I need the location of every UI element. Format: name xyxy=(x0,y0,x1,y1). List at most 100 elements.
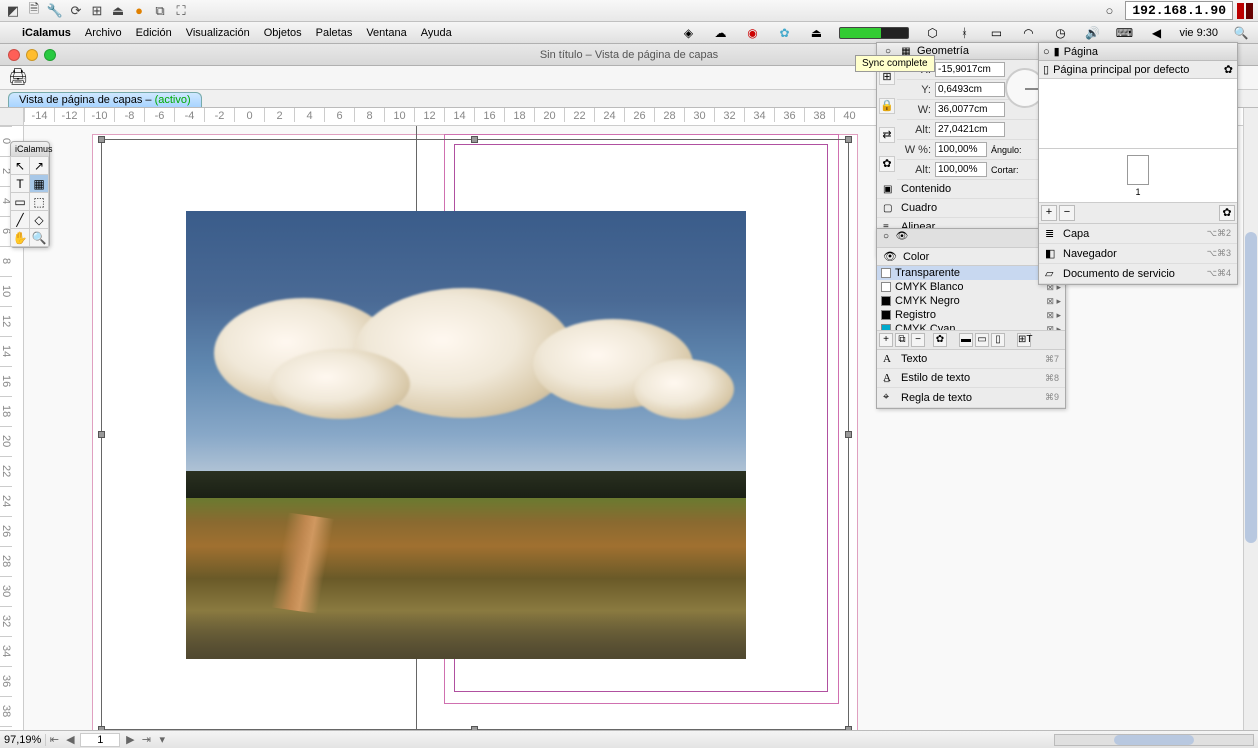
direct-select-tool[interactable]: ↗ xyxy=(29,156,49,175)
zoom-tool[interactable]: 🔍 xyxy=(29,228,49,247)
tool-palette[interactable]: iCalamus ↖↗ T▦ ▭⬚ ╱◇ ✋🔍 xyxy=(10,141,50,248)
print-button[interactable]: 🖨 xyxy=(8,67,30,89)
pagina-row[interactable]: ≣Capa⌥⌘2 xyxy=(1039,224,1237,244)
menu-visualizacion[interactable]: Visualización xyxy=(186,27,250,39)
zoom-field[interactable]: 97,19% xyxy=(0,734,46,746)
add-page-button[interactable]: + xyxy=(1041,205,1057,221)
zoom-button[interactable] xyxy=(44,49,56,61)
pagina-panel[interactable]: ○▮Página ▯Página principal por defecto✿ … xyxy=(1038,42,1238,285)
color-row[interactable]: CMYK Cyan⊠ ▸ xyxy=(877,322,1065,330)
color-row[interactable]: CMYK Negro⊠ ▸ xyxy=(877,294,1065,308)
minimize-icon[interactable]: ○ xyxy=(1100,2,1118,20)
disk-icon[interactable]: ⏏ xyxy=(109,2,127,20)
handle-top-left[interactable] xyxy=(98,136,105,143)
shield-icon[interactable]: ◈ xyxy=(679,26,697,40)
minimize-button[interactable] xyxy=(26,49,38,61)
lock-icon[interactable]: 🔒 xyxy=(879,98,895,114)
page-thumb[interactable] xyxy=(1127,155,1149,185)
clock[interactable]: vie 9:30 xyxy=(1179,27,1218,39)
pagina-row[interactable]: ◧Navegador⌥⌘3 xyxy=(1039,244,1237,264)
text-row[interactable]: A̲Estilo de texto⌘8 xyxy=(877,369,1065,388)
refresh-icon[interactable]: ⟳ xyxy=(67,2,85,20)
alert-icon[interactable]: ● xyxy=(130,2,148,20)
hand-tool[interactable]: ✋ xyxy=(10,228,30,247)
color-row[interactable]: CMYK Blanco⊠ ▸ xyxy=(877,280,1065,294)
horizontal-scrollbar[interactable] xyxy=(1054,734,1254,746)
wrench-icon[interactable]: 🔧 xyxy=(46,2,64,20)
battery-icon[interactable] xyxy=(839,27,909,39)
handle-top-right[interactable] xyxy=(845,136,852,143)
close-button[interactable] xyxy=(8,49,20,61)
pagina-row[interactable]: ▱Documento de servicio⌥⌘4 xyxy=(1039,264,1237,284)
color-row[interactable]: Registro⊠ ▸ xyxy=(877,308,1065,322)
play-icon[interactable]: ◀ xyxy=(1147,26,1165,40)
scroll-thumb[interactable] xyxy=(1245,232,1257,543)
first-page-button[interactable]: ⇤ xyxy=(46,733,62,746)
menu-ayuda[interactable]: Ayuda xyxy=(421,27,452,39)
ruler-origin[interactable] xyxy=(0,108,24,126)
menu-objetos[interactable]: Objetos xyxy=(264,27,302,39)
rect-tool[interactable]: ▭ xyxy=(10,192,30,211)
shape-tool[interactable]: ◇ xyxy=(29,210,49,229)
color-row[interactable]: Transparente⊠ ▸ xyxy=(877,266,1065,280)
gear-sync-icon[interactable]: ✿ xyxy=(775,26,793,40)
close-icon[interactable]: ○ xyxy=(1043,46,1050,58)
text-tool[interactable]: T xyxy=(10,174,30,193)
screenshot-icon[interactable]: ⧉ xyxy=(151,2,169,20)
drive-icon[interactable]: ⏏ xyxy=(807,26,825,40)
image-tool[interactable]: ▦ xyxy=(29,174,49,193)
bluetooth-icon[interactable]: ᚼ xyxy=(955,26,973,40)
prev-page-button[interactable]: ◀ xyxy=(62,733,78,746)
placed-image[interactable] xyxy=(186,211,746,659)
text-fill-button[interactable]: ⊞T xyxy=(1017,333,1031,347)
page-thumbnails[interactable]: 1 xyxy=(1039,149,1237,203)
wifi-icon[interactable]: ◠ xyxy=(1019,26,1037,40)
menu-edicion[interactable]: Edición xyxy=(136,27,172,39)
menu-archivo[interactable]: Archivo xyxy=(85,27,122,39)
del-color-button[interactable]: − xyxy=(911,333,925,347)
page-number-field[interactable]: 1 xyxy=(80,733,120,747)
w-input[interactable] xyxy=(935,102,1005,117)
dropbox-icon[interactable]: ⬡ xyxy=(923,26,941,40)
fill-mode-2[interactable]: ▭ xyxy=(975,333,989,347)
app-icon[interactable]: ◩ xyxy=(4,2,22,20)
windows-icon[interactable]: ⊞ xyxy=(88,2,106,20)
new-doc-icon[interactable]: 🗎 xyxy=(25,2,43,20)
app-menu[interactable]: iCalamus xyxy=(22,27,71,39)
h-input[interactable] xyxy=(935,122,1005,137)
add-color-button[interactable]: + xyxy=(879,333,893,347)
vertical-scrollbar[interactable] xyxy=(1243,108,1258,730)
tab-layer-view[interactable]: Vista de página de capas – (activo) xyxy=(8,92,202,107)
line-tool[interactable]: ╱ xyxy=(10,210,30,229)
text-row[interactable]: ⌖Regla de texto⌘9 xyxy=(877,388,1065,408)
hpct-input[interactable] xyxy=(935,162,987,177)
color-tab-1[interactable]: ○ xyxy=(879,231,893,245)
scroll-thumb[interactable] xyxy=(1114,735,1193,745)
menu-paletas[interactable]: Paletas xyxy=(316,27,353,39)
last-page-button[interactable]: ⇥ xyxy=(138,733,154,746)
text-row[interactable]: ATexto⌘7 xyxy=(877,350,1065,369)
color-opts-button[interactable]: ✿ xyxy=(933,333,947,347)
section-cuadro[interactable]: ▢Cuadro xyxy=(877,199,1065,218)
menu-ventana[interactable]: Ventana xyxy=(366,27,406,39)
handle-top-center[interactable] xyxy=(471,136,478,143)
page-menu-button[interactable]: ▾ xyxy=(154,733,170,746)
master-preview[interactable] xyxy=(1039,79,1237,149)
handle-mid-left[interactable] xyxy=(98,431,105,438)
pointer-tool[interactable]: ↖ xyxy=(10,156,30,175)
fill-mode-3[interactable]: ▯ xyxy=(991,333,1005,347)
display-icon[interactable]: ▭ xyxy=(987,26,1005,40)
remove-page-button[interactable]: − xyxy=(1059,205,1075,221)
page-options-button[interactable]: ✿ xyxy=(1219,205,1235,221)
next-page-button[interactable]: ▶ xyxy=(122,733,138,746)
color-tab-eye[interactable]: 👁 xyxy=(895,231,909,245)
flip-icon[interactable]: ⇄ xyxy=(879,127,895,143)
fullscreen-icon[interactable]: ⛶ xyxy=(172,2,190,20)
wpct-input[interactable] xyxy=(935,142,987,157)
settings-icon[interactable]: ✿ xyxy=(879,156,895,172)
handle-mid-right[interactable] xyxy=(845,431,852,438)
timemachine-icon[interactable]: ◷ xyxy=(1051,26,1069,40)
fill-mode-1[interactable]: ▬ xyxy=(959,333,973,347)
volume-icon[interactable]: 🔊 xyxy=(1083,26,1101,40)
y-input[interactable] xyxy=(935,82,1005,97)
